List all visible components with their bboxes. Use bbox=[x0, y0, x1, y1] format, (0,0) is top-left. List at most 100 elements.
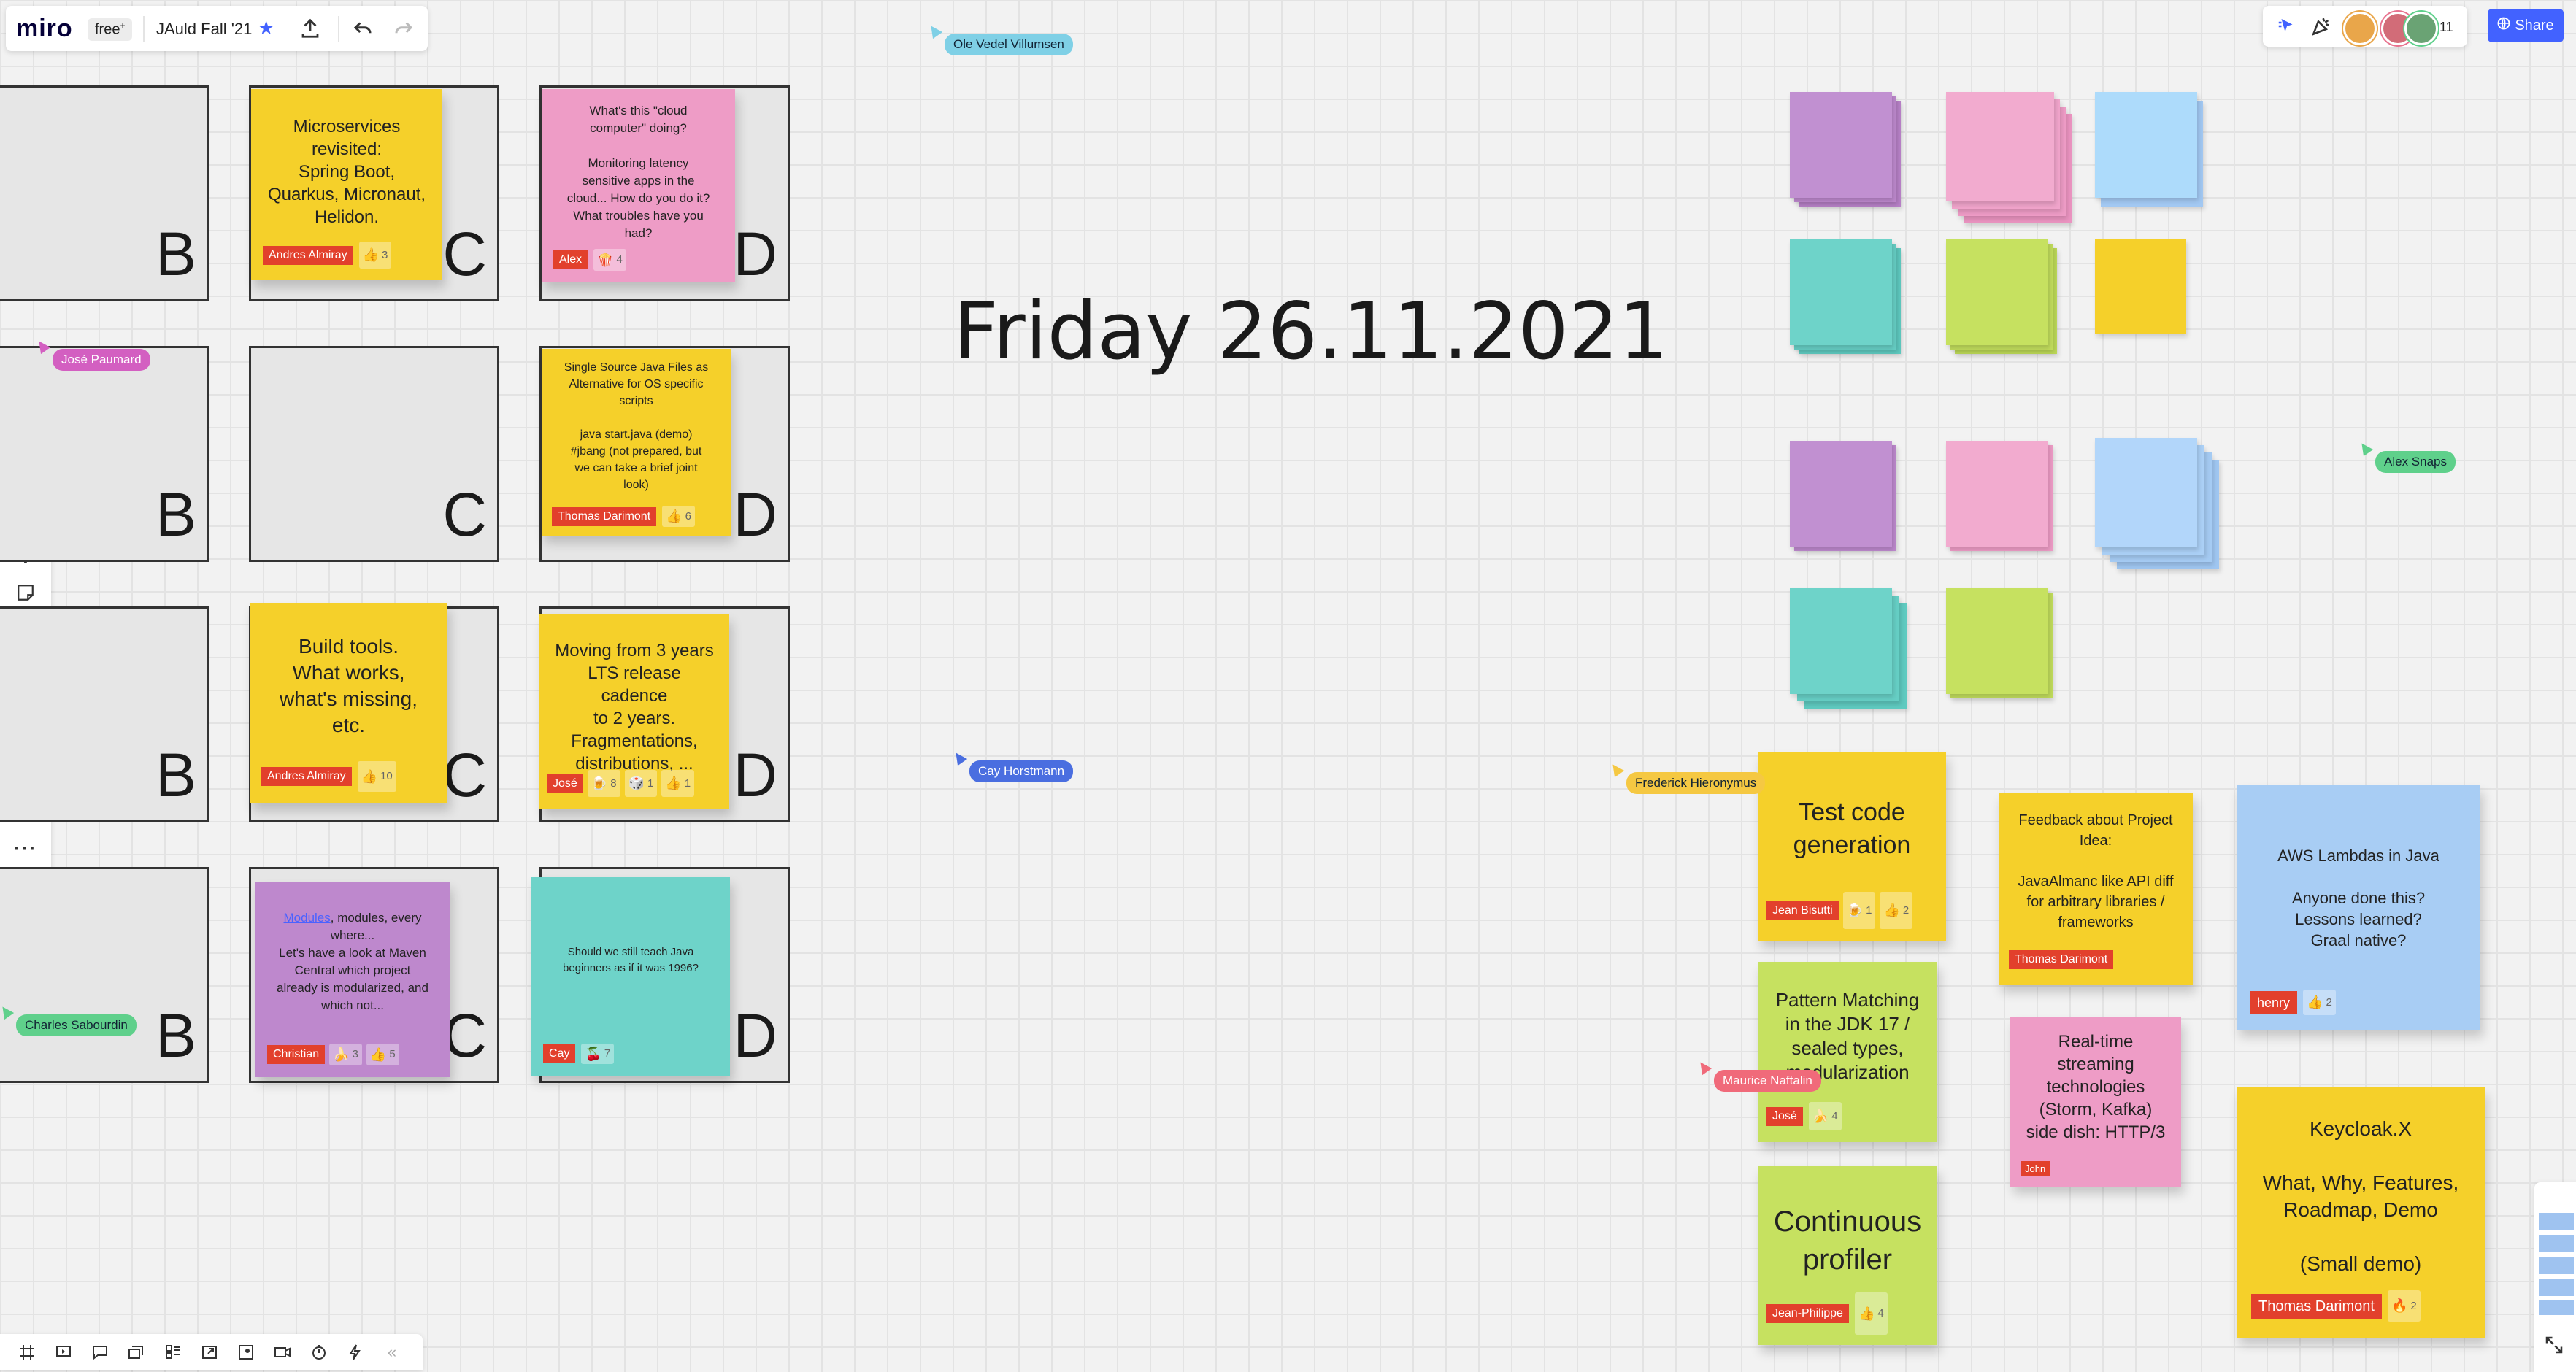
sticky-stack-pink-1[interactable] bbox=[1946, 92, 2077, 227]
cursor-jose: José Paumard bbox=[34, 337, 150, 371]
reaction-beer[interactable]: 🍺 8 bbox=[587, 770, 620, 797]
cursor-arrow-icon bbox=[950, 749, 968, 766]
reaction-banana[interactable]: 🍌 4 bbox=[1808, 1102, 1842, 1130]
sticky-stack-pink-2[interactable] bbox=[1946, 441, 2063, 558]
reaction-thumbs-up[interactable]: 👍 3 bbox=[358, 242, 392, 269]
expand-icon[interactable] bbox=[2543, 1334, 2565, 1360]
sticky-stack-blue-1[interactable] bbox=[2095, 92, 2204, 209]
upload-icon[interactable] bbox=[299, 18, 321, 43]
redo-icon[interactable] bbox=[393, 18, 415, 43]
reaction-thumbs-up[interactable]: 👍 5 bbox=[366, 1044, 399, 1065]
collaborator-count[interactable]: 11 bbox=[2439, 20, 2453, 35]
cursor-cay: Cay Horstmann bbox=[950, 749, 1074, 782]
frames-icon[interactable] bbox=[10, 1336, 44, 1369]
reaction-beer[interactable]: 🍺 1 bbox=[1842, 892, 1876, 929]
reaction-count: 4 bbox=[1877, 1307, 1884, 1319]
cursor-arrow-icon bbox=[1607, 760, 1625, 778]
reaction-banana[interactable]: 🍌 3 bbox=[329, 1044, 362, 1065]
board-title[interactable]: Friday 26.11.2021 bbox=[953, 286, 1669, 377]
sticky-note-icon[interactable] bbox=[7, 574, 44, 611]
video-icon[interactable] bbox=[266, 1336, 299, 1369]
stack-card bbox=[2095, 438, 2197, 547]
comments-icon[interactable] bbox=[83, 1336, 117, 1369]
voting-icon[interactable] bbox=[339, 1336, 372, 1369]
star-icon[interactable]: ★ bbox=[258, 17, 274, 39]
sticky-footer: John bbox=[2021, 1161, 2050, 1176]
reaction-thumbs-up[interactable]: 👍 2 bbox=[2303, 990, 2336, 1015]
sticky-stack-yellow-1[interactable] bbox=[2095, 239, 2190, 338]
sticky-note-profiler[interactable]: Continuous profiler Jean-Philippe 👍 4 bbox=[1758, 1166, 1937, 1345]
sticky-stack-teal-2[interactable] bbox=[1790, 588, 1914, 712]
sticky-stack-purple-1[interactable] bbox=[1790, 92, 1907, 209]
presentation-icon[interactable] bbox=[47, 1336, 80, 1369]
cursor-label: Frederick Hieronymus bbox=[1626, 772, 1766, 794]
author-tag: Thomas Darimont bbox=[552, 506, 657, 526]
reaction-thumbs-up[interactable]: 👍 1 bbox=[661, 770, 695, 797]
banana-icon: 🍌 bbox=[333, 1047, 350, 1062]
share-button[interactable]: Share bbox=[2488, 9, 2564, 42]
sticky-note-lts[interactable]: Moving from 3 years LTS release cadence … bbox=[539, 614, 729, 809]
sticky-footer: Andres Almiray 👍 10 bbox=[261, 761, 396, 792]
sticky-note-aws[interactable]: AWS Lambdas in Java Anyone done this? Le… bbox=[2237, 785, 2480, 1030]
timer-icon[interactable] bbox=[302, 1336, 336, 1369]
frame-b-4[interactable]: B bbox=[0, 867, 209, 1083]
cursor-arrow-icon bbox=[34, 337, 51, 355]
sticky-stack-blue-2[interactable] bbox=[2095, 438, 2226, 577]
collaboration-bar: 11 bbox=[2263, 6, 2467, 47]
reaction-thumbs-up[interactable]: 👍 2 bbox=[1880, 892, 1913, 929]
sticky-note-modules[interactable]: Modules, modules, every where... Let's h… bbox=[255, 882, 450, 1077]
frame-letter: B bbox=[155, 220, 196, 288]
cursor-label: Ole Vedel Villumsen bbox=[945, 34, 1073, 55]
stack-card bbox=[1946, 239, 2048, 345]
sticky-note-pattern[interactable]: Pattern Matching in the JDK 17 / sealed … bbox=[1758, 962, 1937, 1142]
frame-b-3[interactable]: B bbox=[0, 606, 209, 822]
miro-logo[interactable]: miro bbox=[16, 15, 73, 43]
reaction-cherries[interactable]: 🍒 7 bbox=[581, 1044, 615, 1064]
avatar[interactable] bbox=[2404, 12, 2438, 45]
reaction-thumbs-up[interactable]: 👍 4 bbox=[1854, 1292, 1888, 1335]
reaction-thumbs-up[interactable]: 👍 10 bbox=[357, 761, 396, 792]
minimap-preview bbox=[2539, 1213, 2574, 1315]
more-icon[interactable]: ··· bbox=[7, 830, 44, 866]
reaction-dice[interactable]: 🎲 1 bbox=[624, 770, 658, 797]
cursor-label: Maurice Naftalin bbox=[1714, 1070, 1821, 1092]
reaction-fire[interactable]: 🔥 2 bbox=[2387, 1290, 2421, 1322]
cards-icon[interactable] bbox=[120, 1336, 153, 1369]
undo-icon[interactable] bbox=[352, 18, 374, 43]
sticky-text: Continuous profiler bbox=[1773, 1206, 1922, 1276]
banana-icon: 🍌 bbox=[1812, 1109, 1829, 1123]
frame-b-1[interactable]: B bbox=[0, 85, 209, 301]
sticky-note-feedback[interactable]: Feedback about Project Idea: JavaAlmanc … bbox=[1999, 793, 2193, 985]
sticky-note-realtime[interactable]: Real-time streaming technologies (Storm,… bbox=[2010, 1017, 2181, 1187]
plan-badge[interactable]: free+ bbox=[88, 18, 133, 41]
sticky-note-keycloak[interactable]: Keycloak.X What, Why, Features, Roadmap,… bbox=[2237, 1087, 2485, 1338]
follow-cursor-icon[interactable] bbox=[2276, 15, 2298, 41]
sticky-note-cloud[interactable]: What's this "cloud computer" doing? Moni… bbox=[542, 89, 735, 282]
frame-c-2[interactable]: C bbox=[249, 346, 499, 562]
reaction-thumbs-up[interactable]: 👍 6 bbox=[662, 506, 695, 527]
cursor-maurice: Maurice Naftalin bbox=[1695, 1058, 1821, 1092]
embed-icon[interactable] bbox=[229, 1336, 263, 1369]
reaction-popcorn[interactable]: 🍿 4 bbox=[593, 249, 626, 271]
celebrate-icon[interactable] bbox=[2310, 15, 2333, 42]
frame-letter: B bbox=[155, 741, 196, 809]
sticky-stack-purple-2[interactable] bbox=[1790, 441, 1907, 558]
avatar[interactable] bbox=[2343, 12, 2377, 45]
stack-card bbox=[1946, 92, 2054, 201]
modules-link[interactable]: Modules bbox=[284, 911, 331, 925]
collapse-icon[interactable]: « bbox=[375, 1336, 409, 1369]
sticky-stack-lime-1[interactable] bbox=[1946, 239, 2063, 356]
board-name[interactable]: JAuld Fall '21 bbox=[156, 20, 252, 39]
sticky-note-microservices[interactable]: Microservices revisited: Spring Boot, Qu… bbox=[251, 89, 442, 280]
sticky-note-build-tools[interactable]: Build tools. What works, what's missing,… bbox=[250, 603, 447, 803]
sticky-note-teach-java[interactable]: Should we still teach Java beginners as … bbox=[531, 877, 730, 1076]
kanban-icon[interactable] bbox=[156, 1336, 190, 1369]
frame-b-2[interactable]: B bbox=[0, 346, 209, 562]
sticky-note-test-code[interactable]: Test code generation Jean Bisutti 🍺 1 👍 2 bbox=[1758, 752, 1946, 941]
sticky-stack-lime-2[interactable] bbox=[1946, 588, 2063, 705]
share-screen-icon[interactable] bbox=[193, 1336, 226, 1369]
sticky-note-single-source[interactable]: Single Source Java Files as Alternative … bbox=[542, 349, 731, 536]
sticky-stack-teal-1[interactable] bbox=[1790, 239, 1907, 356]
sticky-text: Real-time streaming technologies (Storm,… bbox=[2026, 1032, 2166, 1142]
minimap-toggle[interactable] bbox=[2534, 1182, 2576, 1372]
